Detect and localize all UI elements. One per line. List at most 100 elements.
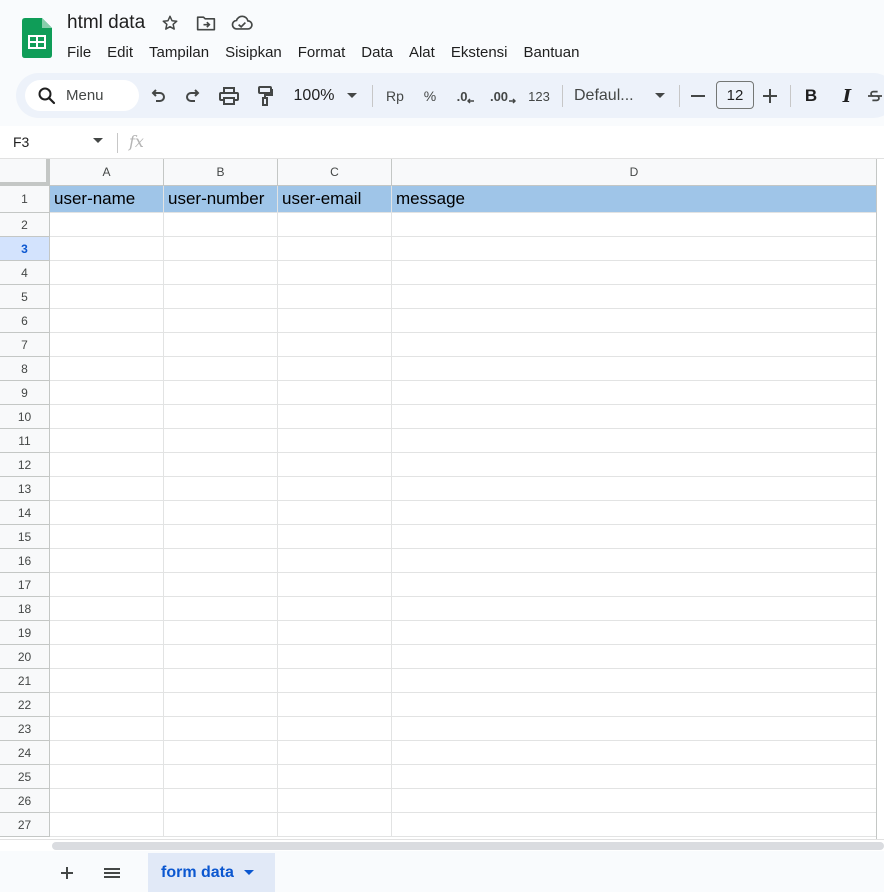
cell-b10[interactable] — [164, 405, 278, 429]
cell-d9[interactable] — [392, 381, 877, 405]
cell-a22[interactable] — [50, 693, 164, 717]
menu-help[interactable]: Bantuan — [516, 42, 588, 63]
menu-file[interactable]: File — [59, 42, 99, 63]
cell-a16[interactable] — [50, 549, 164, 573]
cell-d22[interactable] — [392, 693, 877, 717]
cell-d1[interactable]: message — [392, 186, 877, 213]
cell-d15[interactable] — [392, 525, 877, 549]
cell-b5[interactable] — [164, 285, 278, 309]
cell-b26[interactable] — [164, 789, 278, 813]
cell-a10[interactable] — [50, 405, 164, 429]
percent-format-button[interactable]: % — [419, 84, 441, 108]
cell-c20[interactable] — [278, 645, 392, 669]
horizontal-scrollbar-thumb[interactable] — [52, 842, 884, 850]
cell-a17[interactable] — [50, 573, 164, 597]
move-folder-icon[interactable] — [195, 12, 217, 34]
cell-a2[interactable] — [50, 213, 164, 237]
column-header-a[interactable]: A — [50, 159, 164, 186]
cell-d13[interactable] — [392, 477, 877, 501]
cell-a23[interactable] — [50, 717, 164, 741]
row-header-27[interactable]: 27 — [0, 813, 50, 837]
cell-a6[interactable] — [50, 309, 164, 333]
star-icon[interactable] — [159, 12, 181, 34]
cell-a3[interactable] — [50, 237, 164, 261]
menu-insert[interactable]: Sisipkan — [217, 42, 290, 63]
undo-icon[interactable] — [147, 84, 169, 108]
cell-b12[interactable] — [164, 453, 278, 477]
font-family-select[interactable]: Defaul... — [574, 84, 646, 108]
cell-c16[interactable] — [278, 549, 392, 573]
cell-d10[interactable] — [392, 405, 877, 429]
row-header-14[interactable]: 14 — [0, 501, 50, 525]
decrease-decimal-button[interactable]: .0 — [452, 84, 480, 108]
cell-d2[interactable] — [392, 213, 877, 237]
menu-format[interactable]: Format — [290, 42, 354, 63]
cloud-saved-icon[interactable] — [231, 12, 253, 34]
cell-b19[interactable] — [164, 621, 278, 645]
cell-b14[interactable] — [164, 501, 278, 525]
cell-d17[interactable] — [392, 573, 877, 597]
row-header-26[interactable]: 26 — [0, 789, 50, 813]
row-header-7[interactable]: 7 — [0, 333, 50, 357]
cell-a11[interactable] — [50, 429, 164, 453]
cell-d7[interactable] — [392, 333, 877, 357]
add-sheet-icon[interactable] — [56, 862, 78, 884]
font-family-dropdown-icon[interactable] — [653, 84, 667, 108]
cell-d25[interactable] — [392, 765, 877, 789]
cell-b17[interactable] — [164, 573, 278, 597]
cell-b21[interactable] — [164, 669, 278, 693]
cell-b25[interactable] — [164, 765, 278, 789]
cell-b7[interactable] — [164, 333, 278, 357]
cell-a20[interactable] — [50, 645, 164, 669]
redo-icon[interactable] — [182, 84, 204, 108]
cell-a21[interactable] — [50, 669, 164, 693]
horizontal-scrollbar[interactable] — [0, 839, 884, 851]
cell-a12[interactable] — [50, 453, 164, 477]
row-header-15[interactable]: 15 — [0, 525, 50, 549]
row-header-1[interactable]: 1 — [0, 186, 50, 213]
cell-d11[interactable] — [392, 429, 877, 453]
cell-d16[interactable] — [392, 549, 877, 573]
cell-d20[interactable] — [392, 645, 877, 669]
all-sheets-menu-icon[interactable] — [101, 862, 123, 884]
row-header-3[interactable]: 3 — [0, 237, 50, 261]
row-header-5[interactable]: 5 — [0, 285, 50, 309]
cell-a7[interactable] — [50, 333, 164, 357]
row-header-25[interactable]: 25 — [0, 765, 50, 789]
row-header-9[interactable]: 9 — [0, 381, 50, 405]
name-box-dropdown-icon[interactable] — [93, 138, 103, 144]
increase-font-size-icon[interactable] — [760, 84, 780, 108]
menu-tools[interactable]: Alat — [401, 42, 443, 63]
cell-a9[interactable] — [50, 381, 164, 405]
currency-format-button[interactable]: Rp — [382, 84, 408, 108]
cell-b15[interactable] — [164, 525, 278, 549]
cell-a14[interactable] — [50, 501, 164, 525]
cell-c9[interactable] — [278, 381, 392, 405]
row-header-13[interactable]: 13 — [0, 477, 50, 501]
zoom-dropdown-icon[interactable] — [345, 84, 359, 108]
cell-a27[interactable] — [50, 813, 164, 837]
document-title[interactable]: html data — [67, 12, 145, 34]
menu-view[interactable]: Tampilan — [141, 42, 217, 63]
cell-c4[interactable] — [278, 261, 392, 285]
row-header-2[interactable]: 2 — [0, 213, 50, 237]
zoom-value[interactable]: 100% — [290, 84, 338, 108]
cell-a26[interactable] — [50, 789, 164, 813]
cell-a15[interactable] — [50, 525, 164, 549]
cell-b6[interactable] — [164, 309, 278, 333]
row-header-22[interactable]: 22 — [0, 693, 50, 717]
cell-b27[interactable] — [164, 813, 278, 837]
search-menus-button[interactable]: Menu — [25, 80, 139, 111]
increase-decimal-button[interactable]: .00 — [488, 84, 518, 108]
row-header-8[interactable]: 8 — [0, 357, 50, 381]
cell-b18[interactable] — [164, 597, 278, 621]
cell-b8[interactable] — [164, 357, 278, 381]
cell-b1[interactable]: user-number — [164, 186, 278, 213]
cell-a5[interactable] — [50, 285, 164, 309]
cell-c1[interactable]: user-email — [278, 186, 392, 213]
row-header-10[interactable]: 10 — [0, 405, 50, 429]
cell-c22[interactable] — [278, 693, 392, 717]
cell-c12[interactable] — [278, 453, 392, 477]
cell-b20[interactable] — [164, 645, 278, 669]
font-size-input[interactable]: 12 — [716, 81, 754, 109]
